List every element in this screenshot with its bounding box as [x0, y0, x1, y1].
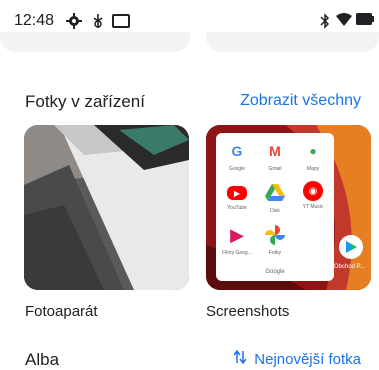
wifi-icon — [336, 13, 352, 32]
app-drive: Disk — [257, 181, 293, 214]
yt-music-icon: ◉ — [303, 181, 323, 201]
card-edge-left — [0, 32, 190, 52]
app-play-movies: ▶ Filmy Goog... — [222, 224, 252, 257]
app-gmail: M Gmail — [257, 139, 293, 172]
maps-icon: ● — [309, 144, 317, 158]
app-folder-name: Google — [265, 269, 285, 275]
app-youtube: ▶ YouTube — [219, 181, 255, 211]
albums-title: Alba — [25, 350, 60, 369]
app-yt-music: ◉ YT Music — [295, 181, 331, 210]
folder-thumb-camera[interactable] — [24, 125, 189, 290]
play-movies-icon: ▶ — [230, 224, 244, 245]
app-maps: ● Mapy — [295, 139, 331, 172]
view-all-link[interactable]: Zobrazit všechny — [240, 92, 361, 110]
drive-icon — [263, 181, 287, 205]
app-photos: Fotky — [257, 223, 293, 256]
cast-icon — [112, 13, 130, 34]
section-title: Fotky v zařízení — [25, 92, 145, 111]
usb-icon — [92, 13, 104, 34]
youtube-icon: ▶ — [227, 186, 247, 200]
folder-label-screenshots: Screenshots — [206, 303, 290, 320]
bluetooth-icon — [320, 13, 330, 34]
photos-icon — [263, 223, 287, 247]
google-icon: G — [231, 143, 243, 159]
status-time: 12:48 — [14, 12, 55, 29]
play-store-icon — [339, 235, 363, 259]
card-edge-right — [206, 32, 379, 52]
app-folder-panel: G Google M Gmail ● Mapy ▶ YouTube Disk ◉… — [216, 133, 334, 281]
play-store-label: Obchod P... — [334, 264, 365, 270]
camera-photo-image — [24, 125, 189, 290]
sort-icon — [233, 349, 247, 368]
settings-icon — [66, 13, 82, 34]
folder-thumb-screenshots[interactable]: G Google M Gmail ● Mapy ▶ YouTube Disk ◉… — [206, 125, 371, 290]
sort-button[interactable]: Nejnovější fotka — [233, 349, 361, 368]
folder-label-camera: Fotoaparát — [25, 303, 98, 320]
sort-label: Nejnovější fotka — [254, 351, 361, 368]
app-google: G Google — [219, 139, 255, 172]
gmail-icon: M — [269, 143, 281, 159]
battery-icon — [356, 12, 374, 31]
